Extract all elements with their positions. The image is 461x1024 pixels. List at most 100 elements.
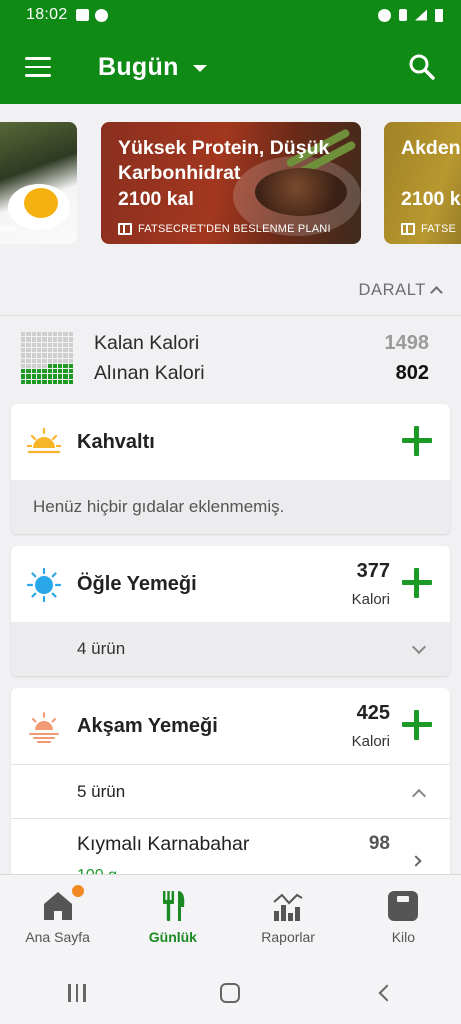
add-food-icon[interactable] bbox=[402, 710, 432, 740]
calorie-grid-cell bbox=[21, 369, 26, 374]
collapse-button[interactable]: DARALT bbox=[358, 280, 443, 300]
calorie-grid-cell bbox=[31, 347, 36, 353]
sunrise-icon bbox=[27, 427, 61, 454]
meal-plan-card[interactable]: Akden 2100 k FATSE bbox=[384, 122, 461, 244]
calorie-grid-cell bbox=[36, 347, 42, 353]
reports-icon bbox=[271, 889, 305, 923]
calorie-grid-cell bbox=[52, 332, 58, 337]
card-title: Akden bbox=[401, 137, 461, 159]
calorie-grid-cell bbox=[52, 347, 58, 353]
back-button[interactable] bbox=[364, 973, 404, 1013]
nav-label: Günlük bbox=[148, 929, 197, 945]
meal-card-breakfast: Kahvaltı Henüz hiçbir gıdalar eklenmemiş… bbox=[11, 404, 450, 534]
meal-name: Öğle Yemeği bbox=[77, 573, 197, 595]
calorie-grid-cell bbox=[68, 363, 73, 369]
calorie-grid-cell bbox=[63, 369, 68, 374]
consumed-calories-label: Alınan Kalori bbox=[94, 362, 205, 384]
collapse-label: DARALT bbox=[358, 280, 426, 299]
calorie-grid-cell bbox=[47, 337, 52, 342]
calorie-grid-cell bbox=[52, 379, 58, 384]
chevron-up-icon[interactable] bbox=[411, 788, 427, 804]
calorie-grid-cell bbox=[26, 347, 31, 353]
calorie-grid-cell bbox=[42, 374, 47, 379]
scale-icon bbox=[386, 889, 420, 923]
calorie-grid-cell bbox=[52, 342, 58, 347]
calorie-grid-cell bbox=[68, 358, 73, 363]
calorie-grid-cell bbox=[58, 353, 63, 358]
calorie-grid-cell bbox=[58, 347, 63, 353]
calorie-grid-cell bbox=[68, 369, 73, 374]
nav-reports[interactable]: Raporlar bbox=[231, 875, 346, 961]
calorie-grid-cell bbox=[47, 363, 52, 369]
calorie-grid-cell bbox=[42, 353, 47, 358]
calorie-grid-cell bbox=[42, 347, 47, 353]
meal-name: Akşam Yemeği bbox=[77, 715, 218, 737]
remaining-calories-value: 1498 bbox=[384, 332, 430, 354]
calorie-grid-cell bbox=[58, 369, 63, 374]
calorie-grid-cell bbox=[36, 374, 42, 379]
date-selector[interactable]: Bugün bbox=[98, 53, 179, 82]
bottom-navigation: Ana Sayfa Günlük Raporlar Kilo bbox=[0, 874, 461, 961]
calorie-grid-cell bbox=[52, 374, 58, 379]
message-icon bbox=[75, 9, 89, 21]
calorie-grid-cell bbox=[68, 337, 73, 342]
search-icon[interactable] bbox=[408, 53, 436, 81]
card-source: FATSECRET'DEN BESLENME PLANI bbox=[138, 223, 331, 235]
caret-down-icon[interactable] bbox=[192, 65, 207, 72]
calorie-grid-cell bbox=[36, 358, 42, 363]
calorie-grid-cell bbox=[42, 342, 47, 347]
calorie-grid-cell bbox=[68, 347, 73, 353]
recents-button[interactable] bbox=[57, 973, 97, 1013]
meal-plan-carousel[interactable]: NIN Yüksek Protein, Düşük Karbonhidrat 2… bbox=[0, 104, 461, 264]
calorie-grid-cell bbox=[21, 353, 26, 358]
calorie-grid-cell bbox=[42, 363, 47, 369]
meal-plan-card[interactable]: NIN bbox=[0, 122, 77, 244]
meal-kcal-unit: Kalori bbox=[351, 733, 390, 750]
calorie-grid-cell bbox=[21, 342, 26, 347]
add-food-icon[interactable] bbox=[402, 568, 432, 598]
meal-plan-card[interactable]: Yüksek Protein, Düşük Karbonhidrat 2100 … bbox=[101, 122, 361, 244]
calorie-grid-cell bbox=[68, 374, 73, 379]
calorie-grid-cell bbox=[26, 342, 31, 347]
nav-label: Raporlar bbox=[261, 929, 315, 945]
status-bar: 18:02 bbox=[0, 0, 461, 30]
recents-icon bbox=[68, 983, 86, 1002]
meal-items-toggle[interactable]: 5 ürün bbox=[11, 764, 450, 818]
meal-items-toggle[interactable]: 4 ürün bbox=[11, 622, 450, 676]
calorie-grid-cell bbox=[47, 369, 52, 374]
meal-items-count: 5 ürün bbox=[77, 781, 126, 801]
home-button[interactable] bbox=[210, 973, 250, 1013]
food-kcal: 98 bbox=[368, 833, 390, 854]
system-navigation bbox=[0, 961, 461, 1024]
calorie-grid-cell bbox=[31, 369, 36, 374]
calorie-grid-cell bbox=[42, 369, 47, 374]
menu-icon[interactable] bbox=[25, 57, 51, 77]
meal-card-dinner: Akşam Yemeği 425 Kalori 5 ürün Kıymalı K… bbox=[11, 688, 450, 888]
calorie-grid-cell bbox=[63, 347, 68, 353]
calorie-grid-cell bbox=[21, 374, 26, 379]
nav-home[interactable]: Ana Sayfa bbox=[0, 875, 115, 961]
calorie-grid-cell bbox=[58, 332, 63, 337]
calorie-summary: Kalan Kalori 1498 Alınan Kalori 802 bbox=[0, 316, 461, 400]
nav-label: Ana Sayfa bbox=[25, 929, 90, 945]
add-food-icon[interactable] bbox=[402, 426, 432, 456]
calorie-grid-cell bbox=[68, 379, 73, 384]
card-source: NIN bbox=[0, 224, 16, 234]
calorie-grid-cell bbox=[58, 358, 63, 363]
calorie-grid-cell bbox=[68, 332, 73, 337]
calorie-grid-cell bbox=[42, 358, 47, 363]
meal-name: Kahvaltı bbox=[77, 431, 155, 453]
calorie-grid-cell bbox=[47, 358, 52, 363]
chevron-down-icon[interactable] bbox=[411, 639, 427, 655]
cutlery-icon bbox=[156, 889, 190, 923]
calorie-grid-cell bbox=[26, 332, 31, 337]
meal-card-lunch: Öğle Yemeği 377 Kalori 4 ürün bbox=[11, 546, 450, 676]
calorie-grid-cell bbox=[47, 374, 52, 379]
calorie-grid-cell bbox=[31, 353, 36, 358]
nav-weight[interactable]: Kilo bbox=[346, 875, 461, 961]
consumed-calories-value: 802 bbox=[395, 362, 429, 384]
sync-icon bbox=[94, 8, 108, 22]
nav-diary[interactable]: Günlük bbox=[115, 875, 230, 961]
calorie-grid-cell bbox=[52, 337, 58, 342]
calorie-grid-cell bbox=[31, 379, 36, 384]
